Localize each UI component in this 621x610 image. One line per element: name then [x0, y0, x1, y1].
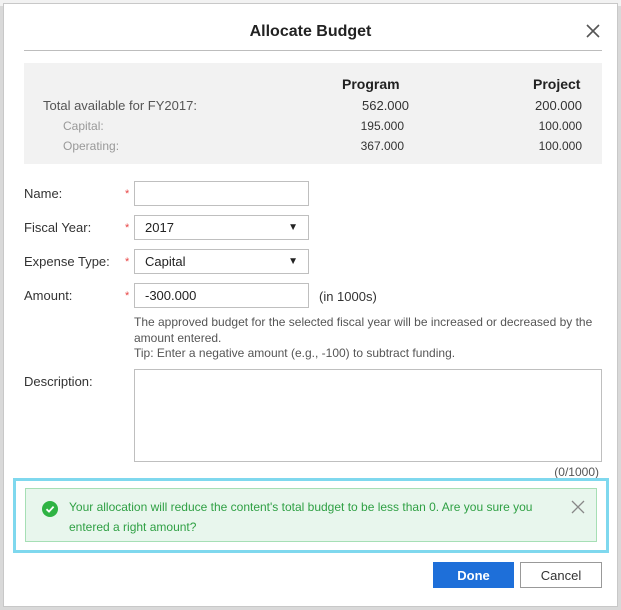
summary-capital-program: 195.000: [360, 119, 404, 133]
dialog-title: Allocate Budget: [249, 23, 372, 40]
description-char-counter: (0/1000): [554, 465, 599, 479]
close-icon[interactable]: [570, 499, 586, 515]
required-marker: *: [125, 290, 130, 302]
name-input[interactable]: [134, 181, 309, 206]
cancel-button[interactable]: Cancel: [520, 562, 602, 588]
close-icon[interactable]: [583, 21, 603, 41]
description-label: Description:: [24, 374, 93, 389]
summary-row-label-capital: Capital:: [63, 119, 104, 133]
title-divider: [24, 50, 602, 51]
done-button[interactable]: Done: [433, 562, 514, 588]
amount-help-text: The approved budget for the selected fis…: [134, 315, 593, 345]
amount-input[interactable]: [134, 283, 309, 308]
required-marker: *: [125, 188, 130, 200]
fiscal-year-select[interactable]: 2017 ▼: [134, 215, 309, 240]
required-marker: *: [125, 222, 130, 234]
amount-label: Amount:: [24, 288, 73, 303]
name-label: Name:: [24, 186, 63, 201]
dropdown-arrow-icon: ▼: [288, 222, 298, 233]
summary-operating-project: 100.000: [538, 139, 582, 153]
amount-unit-label: (in 1000s): [319, 289, 377, 304]
column-header-program: Program: [342, 76, 400, 92]
check-circle-icon: [42, 501, 58, 517]
summary-total-program: 562.000: [362, 98, 409, 113]
fiscal-year-label: Fiscal Year:: [24, 220, 92, 235]
allocate-budget-dialog: Allocate Budget Program Project Total av…: [3, 3, 618, 607]
fiscal-year-value: 2017: [145, 220, 174, 235]
summary-operating-program: 367.000: [360, 139, 404, 153]
expense-type-value: Capital: [145, 254, 186, 269]
alert-message: Your allocation will reduce the content'…: [69, 500, 533, 534]
summary-row-label-total: Total available for FY2017:: [43, 98, 197, 113]
expense-type-select[interactable]: Capital ▼: [134, 249, 309, 274]
summary-total-project: 200.000: [535, 98, 582, 113]
amount-tip-text: Tip: Enter a negative amount (e.g., -100…: [134, 346, 456, 360]
description-textarea[interactable]: [134, 369, 602, 462]
warning-alert: Your allocation will reduce the content'…: [25, 488, 597, 542]
expense-type-label: Expense Type:: [24, 254, 110, 269]
summary-capital-project: 100.000: [538, 119, 582, 133]
budget-summary-panel: Program Project Total available for FY20…: [24, 63, 602, 164]
column-header-project: Project: [533, 76, 581, 92]
summary-row-label-operating: Operating:: [63, 139, 120, 153]
alert-highlight-frame: Your allocation will reduce the content'…: [13, 478, 609, 553]
dropdown-arrow-icon: ▼: [288, 256, 298, 267]
required-marker: *: [125, 256, 130, 268]
